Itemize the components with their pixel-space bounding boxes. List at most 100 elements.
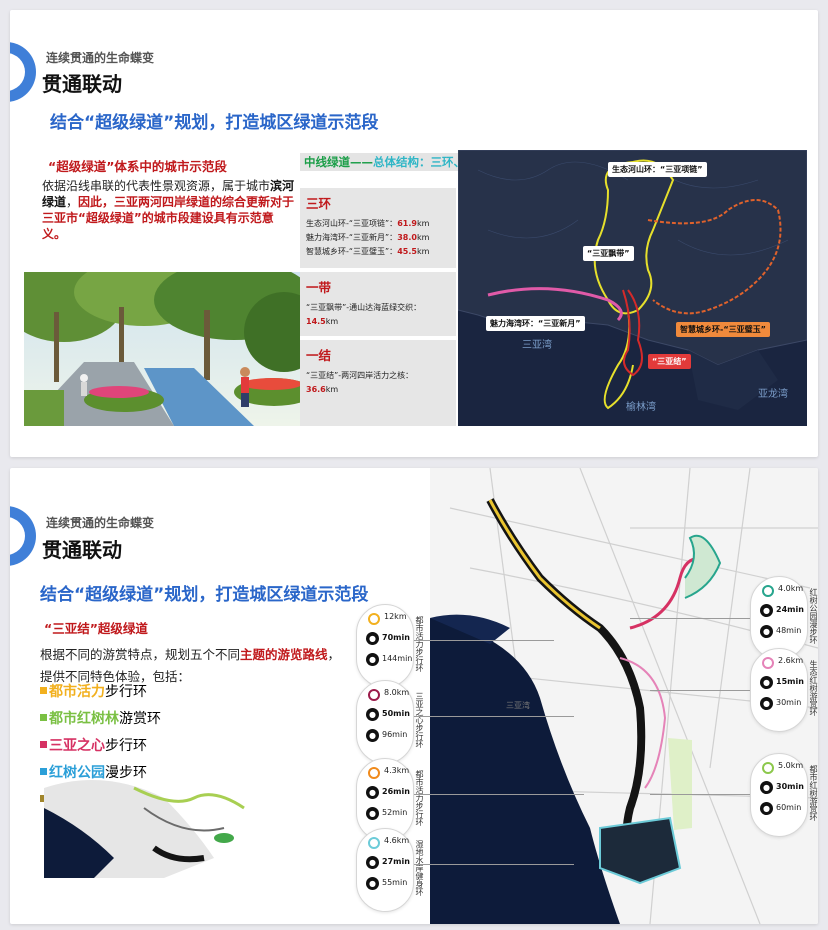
distance: 12km — [384, 612, 407, 621]
walker-icon: ● — [366, 729, 379, 742]
bay-label: 亚龙湾 — [758, 389, 788, 400]
route-stat-card: 2.6km ● 15min ● 30min — [750, 648, 808, 732]
distance: 4.6km — [384, 836, 410, 845]
para-comma: ， — [66, 195, 79, 209]
walk-time: 52min — [382, 808, 408, 817]
page-heading: 贯通联动 — [42, 72, 122, 96]
para-red: 因此，三亚两河四岸绿道的综合更新对于三亚市“超级绿道”的城市段建设具有示范意义。 — [42, 195, 295, 241]
walk-time: 60min — [776, 803, 802, 812]
ring-unit: km — [416, 247, 430, 256]
para-text: 依据沿线串联的代表性景观资源，属于城市 — [42, 179, 271, 193]
runner-icon: ● — [760, 781, 773, 794]
route-item: 都市活力步行环 — [40, 681, 147, 701]
walker-icon: ● — [760, 802, 773, 815]
yidai-box: 一带 “三亚飘带”-通山达海蓝绿交织： 14.5km — [300, 272, 456, 336]
yidai-value: 14.5 — [306, 317, 326, 326]
intro-text: 根据不同的游赏特点，规划五个不同 — [40, 647, 241, 662]
walk-time: 55min — [382, 878, 408, 887]
route-name-vertical: 湿地水岸健身环 — [415, 840, 424, 896]
ring-value: 61.9 — [397, 219, 417, 228]
ring-logo-icon — [10, 506, 36, 566]
label-ribbon: “三亚飘带” — [583, 246, 634, 261]
greenway-structure-map: 生态河山环：“三亚项链” “三亚飘带” 魅力海湾环：“三亚新月” 智慧城乡环-“… — [458, 150, 807, 426]
ring-unit: km — [416, 219, 430, 228]
route-name-vertical: 红树公园漫步环 — [809, 588, 818, 644]
walker-icon: ● — [366, 877, 379, 890]
bay-label: 三亚湾 — [522, 340, 552, 351]
callout-line — [630, 618, 750, 619]
yidai-unit: km — [325, 317, 339, 326]
walk-time: 30min — [776, 698, 802, 707]
route-ring-icon — [368, 613, 380, 625]
route-ring-icon — [368, 767, 380, 779]
bay-label: 三亚湾 — [506, 701, 530, 710]
sanhuan-row: 生态河山环-“三亚项链”：61.9km — [306, 217, 450, 231]
yijie-title: 一结 — [306, 348, 332, 363]
route-highlight: 三亚之心 — [49, 738, 105, 754]
run-time: 30min — [776, 782, 804, 791]
section-title: “三亚结”超级绿道 — [44, 621, 148, 636]
ring-logo-icon — [10, 42, 36, 102]
route-highlight: 都市红树林 — [49, 711, 119, 727]
runner-icon: ● — [366, 786, 379, 799]
callout-line — [414, 864, 574, 865]
route-name-vertical: 三亚之心步行环 — [415, 692, 424, 748]
route-name-vertical: 都市活力步行环 — [415, 616, 424, 672]
route-ring-icon — [762, 762, 774, 774]
label-necklace: 生态河山环：“三亚项链” — [608, 162, 707, 177]
kicker: 连续贯通的生命蝶变 — [46, 516, 155, 530]
ring-name: 智慧城乡环-“三亚璧玉”： — [306, 247, 398, 256]
route-color-swatch — [40, 714, 47, 721]
sanhuan-title: 三环 — [306, 196, 332, 211]
runner-icon: ● — [366, 632, 379, 645]
label-knot: “三亚结” — [648, 354, 691, 369]
yijie-line: “三亚结”-两河四岸活力之核： — [306, 371, 414, 380]
walk-time: 48min — [776, 626, 802, 635]
route-highlight: 都市活力 — [49, 684, 105, 700]
section-title: “超级绿道”体系中的城市示范段 — [48, 159, 227, 174]
bay-label: 榆林湾 — [626, 402, 656, 413]
route-name-vertical: 都市活力步行环 — [415, 770, 424, 826]
run-time: 26min — [382, 787, 410, 796]
ring-value: 38.0 — [397, 233, 417, 242]
callout-line — [414, 794, 584, 795]
banner-part1: 中线绿道—— — [304, 155, 373, 169]
run-time: 50min — [382, 709, 410, 718]
distance: 5.0km — [778, 761, 804, 770]
runner-icon: ● — [366, 856, 379, 869]
yidai-line: “三亚飘带”-通山达海蓝绿交织： — [306, 303, 422, 312]
route-ring-icon — [368, 837, 380, 849]
ring-name: 魅力海湾环-“三亚新月”： — [306, 233, 398, 242]
yijie-box: 一结 “三亚结”-两河四岸活力之核： 36.6km — [300, 340, 456, 426]
run-time: 15min — [776, 677, 804, 686]
walker-icon: ● — [760, 697, 773, 710]
walker-icon: ● — [366, 653, 379, 666]
runner-icon: ● — [760, 604, 773, 617]
distance: 4.3km — [384, 766, 410, 775]
route-item: 三亚之心步行环 — [40, 735, 147, 755]
kicker: 连续贯通的生命蝶变 — [46, 51, 155, 65]
walker-icon: ● — [760, 625, 773, 638]
route-ring-icon — [368, 689, 380, 701]
callout-line — [650, 794, 750, 795]
route-stat-card: 4.6km ● 27min ● 55min — [356, 828, 414, 912]
route-suffix: 步行环 — [105, 684, 147, 700]
walker-icon: ● — [366, 807, 379, 820]
ring-value: 45.5 — [397, 247, 417, 256]
ring-unit: km — [416, 233, 430, 242]
route-ring-icon — [762, 585, 774, 597]
route-name-vertical: 都市红树游赏环 — [809, 765, 818, 821]
route-color-swatch — [40, 741, 47, 748]
page-subtitle: 结合“超级绿道”规划，打造城区绿道示范段 — [50, 113, 379, 133]
sanhuan-box: 三环 生态河山环-“三亚项链”：61.9km 魅力海湾环-“三亚新月”：38.0… — [300, 188, 456, 268]
runner-icon: ● — [760, 676, 773, 689]
page-subtitle: 结合“超级绿道”规划，打造城区绿道示范段 — [40, 585, 369, 605]
run-time: 24min — [776, 605, 804, 614]
callout-line — [650, 690, 750, 691]
route-stat-card: 8.0km ● 50min ● 96min — [356, 680, 414, 764]
page-heading: 贯通联动 — [42, 538, 122, 562]
distance: 2.6km — [778, 656, 804, 665]
inset-map — [44, 768, 264, 878]
route-suffix: 游赏环 — [119, 711, 161, 727]
greenway-photo — [24, 272, 300, 426]
